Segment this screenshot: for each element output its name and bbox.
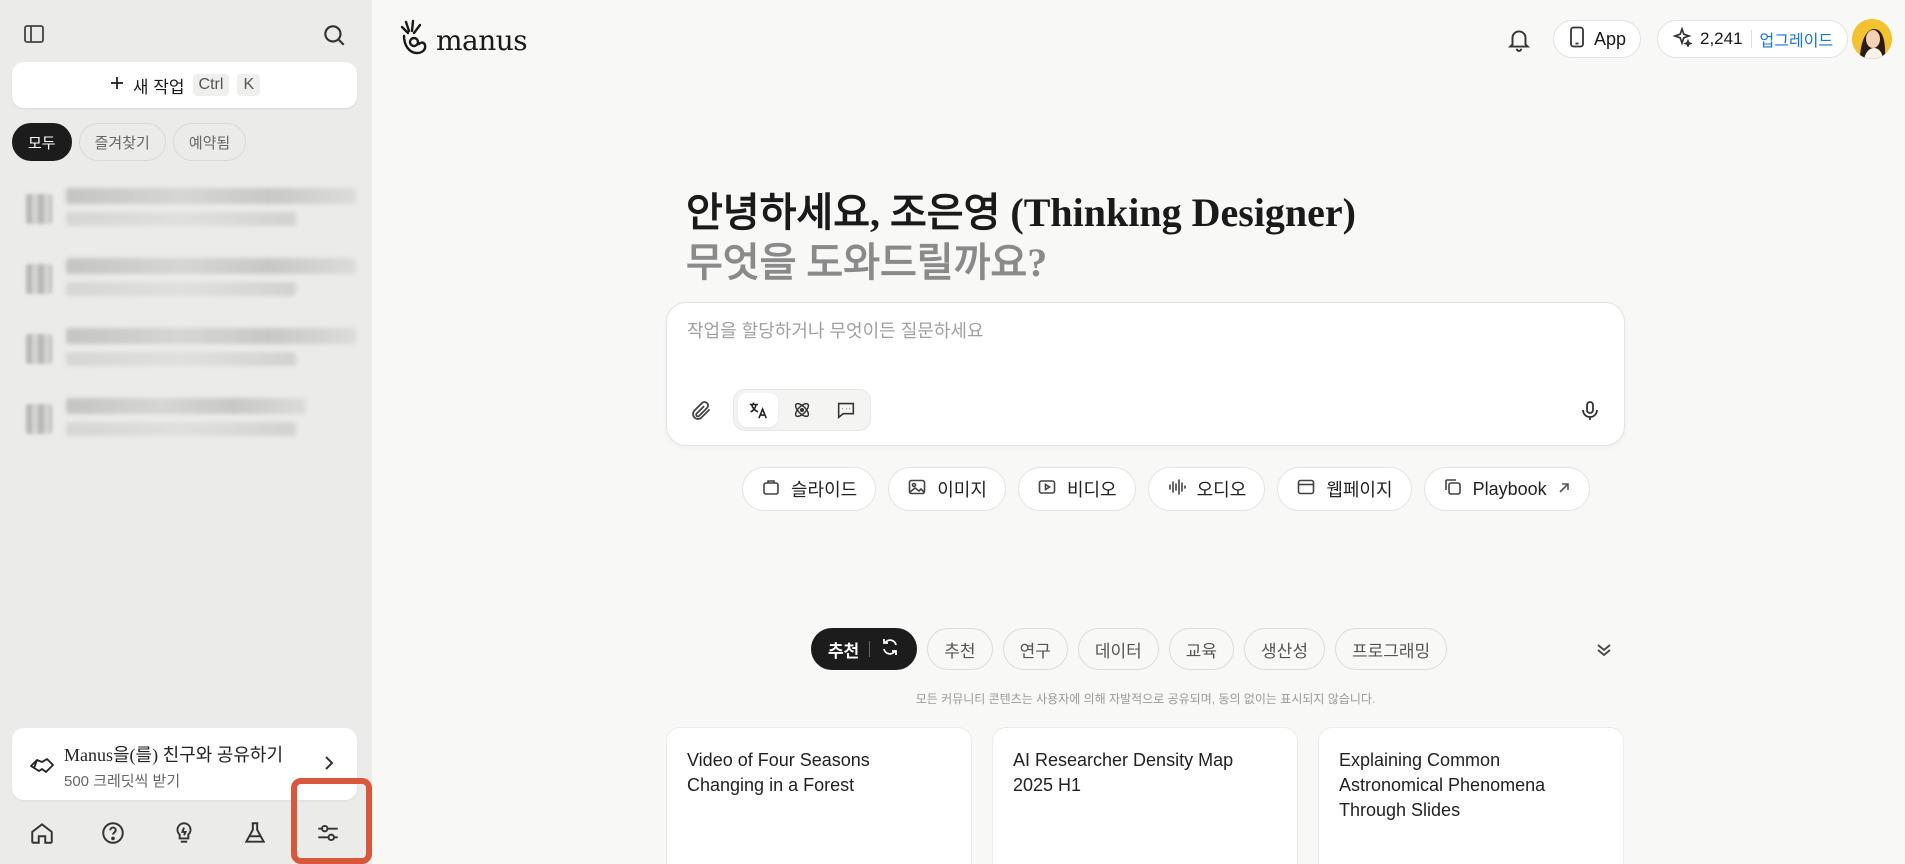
sidebar-header [0,0,372,62]
audio-wave-icon [1167,477,1187,502]
bell-icon[interactable] [1506,26,1532,52]
task-icon [26,264,52,294]
browser-icon [1296,477,1316,502]
share-title: Manus을(를) 친구와 공유하기 [64,745,284,765]
tab-featured[interactable]: 추천 [811,628,918,670]
refresh-icon[interactable] [880,637,900,662]
atom-mode-icon[interactable] [782,393,822,427]
external-arrow-icon [1557,479,1571,500]
greeting-subtitle: 무엇을 도와드릴까요? [686,240,1048,285]
showcase-cards: Video of Four Seasons Changing in a Fore… [666,727,1624,864]
task-item-blurred[interactable] [12,320,357,390]
task-composer [666,302,1625,446]
shortcut-ctrl: Ctrl [192,74,230,96]
help-icon[interactable] [98,818,128,848]
task-item-blurred[interactable] [12,390,357,460]
shortcut-k: K [237,74,261,96]
mode-selector [733,389,871,431]
tab-research[interactable]: 연구 [1002,628,1068,670]
manus-logo[interactable]: manus [398,18,528,63]
chevrons-down-icon[interactable] [1592,637,1616,661]
task-icon [26,334,52,364]
share-subtitle: 500 크레딧씩 받기 [64,773,181,790]
upgrade-link[interactable]: 업그레이드 [1760,27,1834,51]
task-item-blurred[interactable] [12,250,357,320]
video-icon [1037,477,1057,502]
filter-all[interactable]: 모두 [12,123,72,161]
translate-mode-icon[interactable] [738,393,778,427]
showcase-card[interactable]: AI Researcher Density Map 2025 H1 [992,727,1298,864]
credits-count: 2,241 [1700,29,1743,48]
lightbulb-icon[interactable] [169,818,199,848]
task-filters: 모두 즐겨찾기 예약됨 [12,123,247,161]
handshake-icon [28,750,56,778]
task-item-blurred[interactable] [12,180,357,250]
chevron-right-icon [319,753,339,773]
community-disclaimer: 모든 커뮤니티 콘텐츠는 사용자에 의해 자발적으로 공유되며, 동의 없이는 … [915,692,1376,706]
manus-hand-icon [398,18,430,63]
filter-favorites[interactable]: 즐겨찾기 [78,123,166,161]
tab-programming[interactable]: 프로그래밍 [1334,628,1448,670]
task-icon [26,404,52,434]
task-icon [26,194,52,224]
phone-icon [1568,26,1586,53]
slides-button[interactable]: 슬라이드 [742,467,877,511]
sidebar: 새 작업 Ctrl K 모두 즐겨찾기 예약됨 Manus을(를) 친구와 공유… [0,0,372,864]
quick-actions: 슬라이드 이미지 비디오 오디오 웹페이지 Playbook [742,467,1590,511]
microphone-icon[interactable] [1578,399,1602,423]
chat-mode-icon[interactable] [826,393,866,427]
sidebar-toggle-icon[interactable] [22,22,46,46]
plus-icon [109,75,125,96]
user-avatar[interactable] [1852,19,1892,59]
webpage-button[interactable]: 웹페이지 [1277,467,1412,511]
new-task-button[interactable]: 새 작업 Ctrl K [12,62,357,108]
tab-productivity[interactable]: 생산성 [1244,628,1325,670]
image-button[interactable]: 이미지 [888,467,1006,511]
task-list [12,180,357,460]
filter-scheduled[interactable]: 예약됨 [172,123,247,161]
flask-icon[interactable] [240,818,270,848]
audio-button[interactable]: 오디오 [1147,467,1266,511]
task-input[interactable] [687,321,1587,342]
paperclip-icon[interactable] [689,399,713,423]
showcase-card[interactable]: Video of Four Seasons Changing in a Fore… [666,727,972,864]
new-task-label: 새 작업 [132,77,185,97]
sparkle-icon [1672,25,1693,52]
manus-wordmark: manus [436,24,528,57]
app-button[interactable]: App [1553,20,1642,58]
category-tabs: 추천 추천 연구 데이터 교육 생산성 프로그래밍 [811,628,1448,670]
highlight-box [291,778,372,864]
credits-pill[interactable]: 2,241 업그레이드 [1657,20,1849,58]
tab-education[interactable]: 교육 [1168,628,1235,670]
video-button[interactable]: 비디오 [1017,467,1136,511]
showcase-card[interactable]: Explaining Common Astronomical Phenomena… [1318,727,1624,864]
home-icon[interactable] [27,818,57,848]
tab-recommended[interactable]: 추천 [927,628,993,670]
copy-icon [1443,477,1463,502]
slides-icon [761,477,781,502]
app-label: App [1594,28,1627,49]
playbook-button[interactable]: Playbook [1423,467,1590,511]
search-icon[interactable] [321,22,347,48]
tab-data[interactable]: 데이터 [1077,628,1159,670]
image-icon [907,477,927,502]
